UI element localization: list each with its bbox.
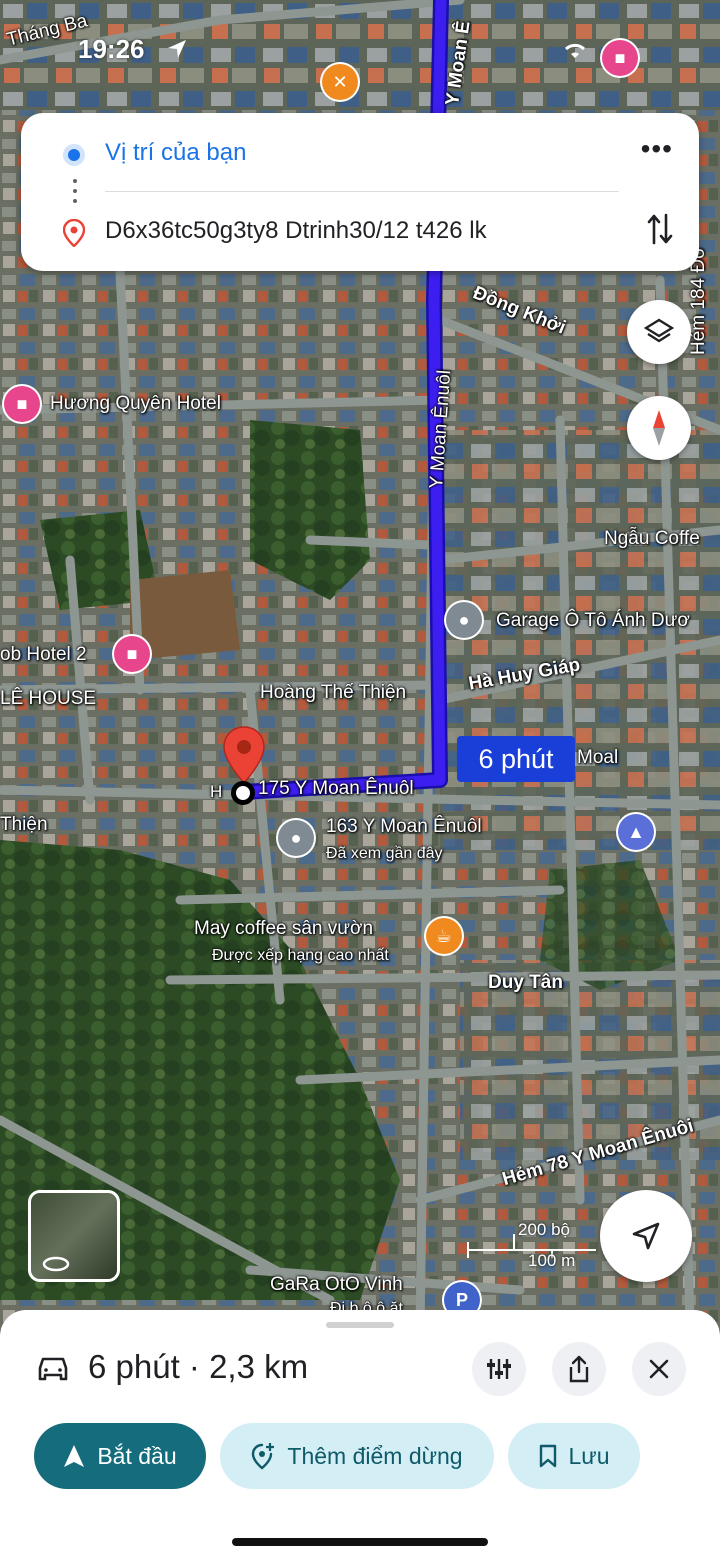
parking-icon: P: [455, 1289, 468, 1310]
origin-field[interactable]: Vị trí của bạn: [105, 139, 246, 167]
map-scale: 200 bộ 100 m: [466, 1220, 602, 1274]
bed-icon: ■: [16, 393, 28, 414]
map-label: H: [210, 782, 223, 801]
location-arrow-icon: [168, 40, 186, 58]
compass-icon: [653, 410, 665, 446]
home-indicator: [232, 1538, 488, 1546]
place-sublabel-may-coffee: Được xếp hạng cao nhất: [212, 947, 389, 964]
sheet-drag-handle[interactable]: [326, 1322, 394, 1328]
more-horizontal-icon: •••: [640, 133, 673, 164]
save-label: Lưu: [568, 1442, 610, 1469]
share-icon: [569, 1355, 589, 1383]
rotate-360-icon: [42, 1256, 70, 1272]
directions-bottom-sheet: 6 phút · 2,3 km Bắt đầu Thêm điểm dừng L…: [0, 1310, 720, 1560]
place-label-le-house[interactable]: LÊ HOUSE: [0, 688, 96, 710]
cafe-pin[interactable]: ☕: [426, 918, 462, 954]
save-button[interactable]: Lưu: [508, 1423, 640, 1489]
fork-knife-icon: ✕: [332, 71, 348, 92]
navigation-arrow-icon: [64, 1445, 85, 1467]
more-options-button[interactable]: •••: [641, 135, 673, 163]
navigate-button[interactable]: [600, 1190, 692, 1282]
route-connector: [73, 179, 77, 209]
map-label: Moal: [577, 747, 619, 768]
location-dot-icon: ●: [458, 609, 470, 630]
compass-button[interactable]: [627, 396, 691, 460]
hotel-pin[interactable]: ■: [4, 386, 40, 422]
wifi-icon: [564, 43, 586, 58]
coffee-cup-icon: ☕: [435, 925, 453, 946]
restaurant-pin[interactable]: ✕: [322, 64, 358, 100]
tune-sliders-icon: [487, 1359, 511, 1379]
street-view-thumbnail[interactable]: [28, 1190, 120, 1282]
place-label-may-coffee[interactable]: May coffee sân vườn: [194, 918, 373, 940]
place-sublabel-163: Đã xem gần đây: [326, 845, 443, 862]
car-service-pin[interactable]: ▲: [618, 814, 654, 850]
share-button[interactable]: [552, 1342, 606, 1396]
bed-icon: ■: [614, 47, 626, 68]
start-button[interactable]: Bắt đầu: [34, 1423, 206, 1489]
place-label-ngau-coffee[interactable]: Ngẫu Coffe: [604, 528, 700, 550]
scale-metric: 100 m: [528, 1251, 576, 1270]
layers-icon: [644, 318, 674, 343]
place-pin-163[interactable]: ●: [278, 820, 314, 856]
hotel-pin[interactable]: ■: [114, 636, 150, 672]
map-label: Hoàng Thế Thiện: [260, 682, 407, 703]
car-icon: ▲: [627, 821, 645, 842]
origin-dot-icon: [63, 144, 85, 166]
place-label-bob-hotel[interactable]: ob Hotel 2: [0, 644, 87, 666]
garage-pin[interactable]: ●: [446, 602, 482, 638]
close-button[interactable]: [632, 1342, 686, 1396]
destination-address-label: 175 Y Moan Ênuôl: [258, 778, 414, 799]
add-location-icon: [252, 1443, 275, 1470]
place-label-huong-quyen[interactable]: Hương Quyên Hotel: [50, 393, 221, 415]
route-end-marker: [231, 781, 255, 805]
navigation-arrow-icon: [632, 1222, 660, 1250]
trip-summary: 6 phút · 2,3 km: [88, 1348, 309, 1385]
status-time: 19:26: [78, 34, 145, 64]
add-stop-button[interactable]: Thêm điểm dừng: [220, 1423, 494, 1489]
divider: [105, 191, 619, 192]
add-stop-label: Thêm điểm dừng: [287, 1442, 463, 1469]
map-label: Duy Tân: [488, 972, 563, 993]
start-button-label: Bắt đầu: [97, 1442, 177, 1469]
route-options-button[interactable]: [472, 1342, 526, 1396]
car-icon: [38, 1357, 68, 1381]
destination-field[interactable]: D6x36tc50g3ty8 Dtrinh30/12 t426 lk: [105, 217, 487, 245]
location-dot-icon: ●: [290, 827, 302, 848]
route-card: Vị trí của bạn D6x36tc50g3ty8 Dtrinh30/1…: [21, 113, 699, 271]
destination-pin-icon: [63, 219, 85, 247]
bookmark-icon: [539, 1444, 556, 1468]
place-label-163[interactable]: 163 Y Moan Ênuôl: [326, 816, 482, 838]
destination-pin-icon[interactable]: [220, 725, 268, 785]
bed-icon: ■: [126, 643, 138, 664]
close-icon: [649, 1359, 669, 1379]
place-label-gara-vinh[interactable]: GaRa OtO Vinh: [270, 1274, 403, 1296]
scale-imperial: 200 bộ: [518, 1220, 570, 1239]
map-label: Thiện: [0, 814, 48, 835]
hotel-pin[interactable]: ■: [602, 40, 638, 76]
layers-button[interactable]: [627, 300, 691, 364]
place-label-garage[interactable]: Garage Ô Tô Ánh Dươ: [496, 610, 690, 632]
eta-callout[interactable]: 6 phút: [457, 736, 575, 782]
swap-directions-icon[interactable]: [647, 213, 673, 245]
